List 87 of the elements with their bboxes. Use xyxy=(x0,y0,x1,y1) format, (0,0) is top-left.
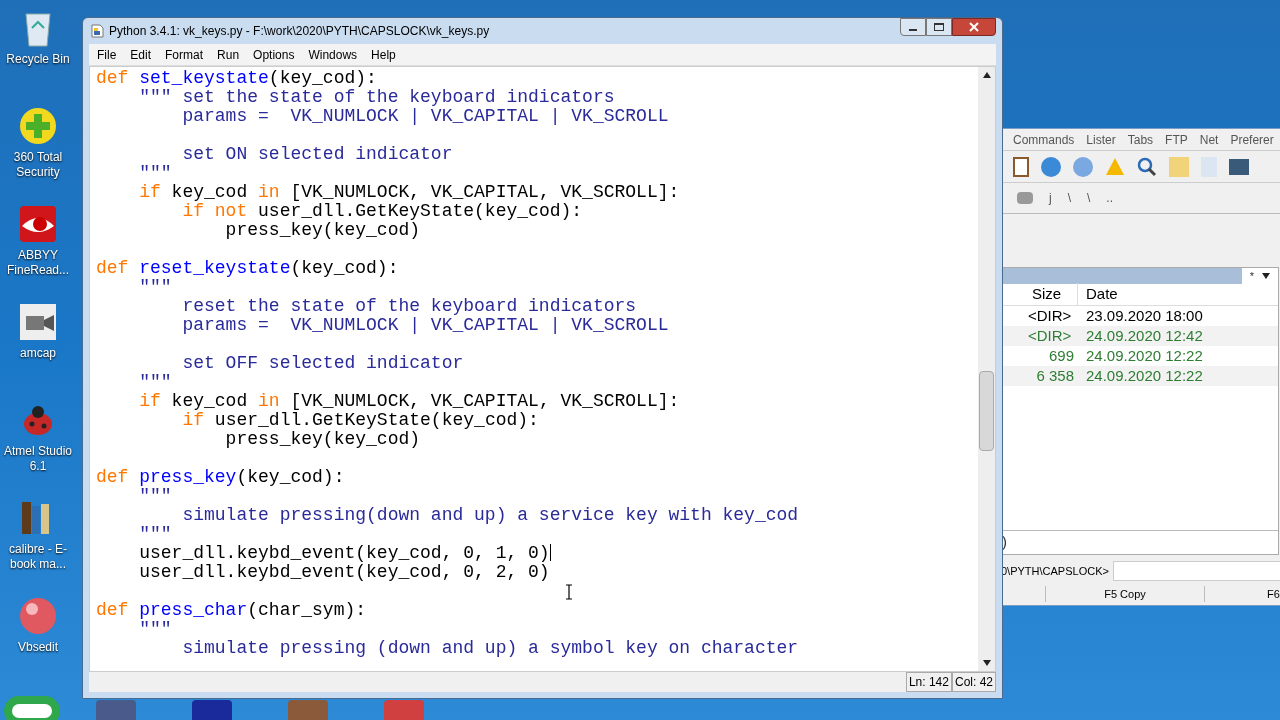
minimize-button[interactable] xyxy=(900,18,926,36)
path-button[interactable]: .. xyxy=(1106,189,1114,207)
table-cell-text: 699 xyxy=(1047,345,1075,366)
code-line: press_key(key_cod) xyxy=(224,221,421,240)
menu-item[interactable]: Lister xyxy=(1086,130,1116,149)
code-line: def set_keystate(key_cod): xyxy=(96,69,377,88)
menu-item[interactable]: Tabs xyxy=(1127,130,1154,149)
file-row[interactable]: 6 358 24.09.2020 12:22 xyxy=(1002,366,1278,386)
menu-item[interactable]: Format xyxy=(165,45,204,64)
filter-button[interactable]: * xyxy=(1241,268,1278,284)
desktop-icon-label[interactable]: Atmel Studio 6.1 xyxy=(0,444,76,474)
status-field: Col: 42 xyxy=(951,672,996,692)
text-cursor-icon xyxy=(565,584,573,600)
command-path: 0\PYTH\CAPSLOCK> xyxy=(1001,563,1109,579)
code-line: """ xyxy=(138,278,172,297)
menu-item[interactable]: Help xyxy=(371,45,396,64)
code-line: user_dll.keybd_event(key_cod, 0, 2, 0) xyxy=(138,563,550,582)
code-line: """ xyxy=(138,373,172,392)
code-line: """ xyxy=(138,487,172,506)
desktop-icon-label[interactable]: ABBYY FineRead... xyxy=(0,248,76,278)
table-cell-text: <DIR> xyxy=(1027,305,1073,326)
code-line: def press_char(char_sym): xyxy=(96,601,367,620)
desktop-icon-label[interactable]: Vbsedit xyxy=(18,640,58,655)
close-icon xyxy=(969,22,979,32)
table-cell-text: 6 358 xyxy=(1035,365,1075,386)
code-line: set OFF selected indicator xyxy=(181,354,464,373)
minimize-icon xyxy=(909,29,917,31)
table-cell-text: <DIR> xyxy=(1027,325,1073,346)
code-line: params = VK_NUMLOCK | VK_CAPITAL | VK_SCROLL xyxy=(181,107,669,126)
code-line: set ON selected indicator xyxy=(181,145,453,164)
menu-item[interactable]: Preferer xyxy=(1230,130,1274,149)
camera-icon xyxy=(18,302,58,342)
code-line: press_key(key_cod) xyxy=(224,430,421,449)
menu-item[interactable]: Run xyxy=(217,45,240,64)
code-line: simulate pressing (down and up) a symbol key on character xyxy=(181,639,799,658)
python-logo-icon xyxy=(89,23,105,39)
path-button[interactable]: j xyxy=(1049,189,1052,207)
code-line: def press_key(key_cod): xyxy=(96,468,345,487)
code-line: simulate pressing(down and up) a service key with key_cod xyxy=(181,506,799,525)
scroll-down-icon[interactable] xyxy=(982,660,991,666)
table-cell-text: 24.09.2020 12:42 xyxy=(1085,325,1203,346)
desktop-icon-label[interactable]: 360 Total Security xyxy=(0,150,76,180)
code-line: def reset_keystate(key_cod): xyxy=(96,259,399,278)
status-field: Ln: 142 xyxy=(905,672,952,692)
code-line: reset the state of the keyboard indicators xyxy=(181,297,637,316)
code-line: """ xyxy=(138,620,172,639)
function-key-button[interactable]: F5 Copy xyxy=(1045,585,1205,603)
caret-icon[interactable] xyxy=(1262,273,1270,279)
scroll-thumb[interactable] xyxy=(979,371,994,451)
function-key-button[interactable]: F6 xyxy=(1267,585,1280,603)
code-line: params = VK_NUMLOCK | VK_CAPITAL | VK_SCROLL xyxy=(181,316,669,335)
eye-icon xyxy=(18,204,58,244)
menu-item[interactable]: FTP xyxy=(1165,130,1188,149)
window-title: Python 3.4.1: vk_keys.py - F:\work\2020\PYTH\CAPSLOCK\vk_keys.py xyxy=(109,23,490,40)
code-line: """ xyxy=(138,525,172,544)
command-input-field[interactable] xyxy=(1112,561,1280,581)
table-cell-text: 24.09.2020 12:22 xyxy=(1085,345,1203,366)
code-line: if key_cod in [VK_NUMLOCK, VK_CAPITAL, VK_SCROLL]: xyxy=(138,183,680,202)
vertical-scrollbar[interactable] xyxy=(978,67,995,671)
scroll-up-icon[interactable] xyxy=(982,72,991,78)
menu-item[interactable]: File xyxy=(97,45,117,64)
sphere-icon xyxy=(18,596,58,636)
desktop-icon-label[interactable]: Recycle Bin xyxy=(6,52,70,67)
plus-shield-icon xyxy=(18,106,58,146)
close-button[interactable] xyxy=(952,18,996,36)
menu-item[interactable]: Edit xyxy=(130,45,152,64)
maximize-icon xyxy=(934,23,944,31)
code-line: if user_dll.GetKeyState(key_cod): xyxy=(181,411,539,430)
desktop-icon-label[interactable]: amcap xyxy=(20,346,56,361)
path-button[interactable]: \ xyxy=(1067,189,1071,207)
code-line: if not user_dll.GetKeyState(key_cod): xyxy=(181,202,583,221)
code-line: """ set the state of the keyboard indicators xyxy=(138,88,615,107)
maximize-button[interactable] xyxy=(926,18,952,36)
table-cell-text: 24.09.2020 12:22 xyxy=(1085,365,1203,386)
table-cell-text: 23.09.2020 18:00 xyxy=(1085,305,1203,326)
column-header[interactable]: Date xyxy=(1078,283,1118,306)
code-line: """ xyxy=(138,164,172,183)
menu-item[interactable]: Commands xyxy=(1013,130,1075,149)
search-icon[interactable] xyxy=(1137,156,1157,177)
path-button[interactable]: \ xyxy=(1087,189,1091,207)
code-line: user_dll.keybd_event(key_cod, 0, 1, 0) xyxy=(138,544,550,563)
file-row[interactable]: <DIR> 24.09.2020 12:42 xyxy=(1002,326,1278,346)
menu-item[interactable]: Options xyxy=(253,45,295,64)
code-line: if key_cod in [VK_NUMLOCK, VK_CAPITAL, VK_SCROLL]: xyxy=(138,392,680,411)
menu-item[interactable]: Windows xyxy=(308,45,358,64)
desktop-icon-label[interactable]: calibre - E-book ma... xyxy=(0,542,76,572)
menu-item[interactable]: Net xyxy=(1199,130,1219,149)
